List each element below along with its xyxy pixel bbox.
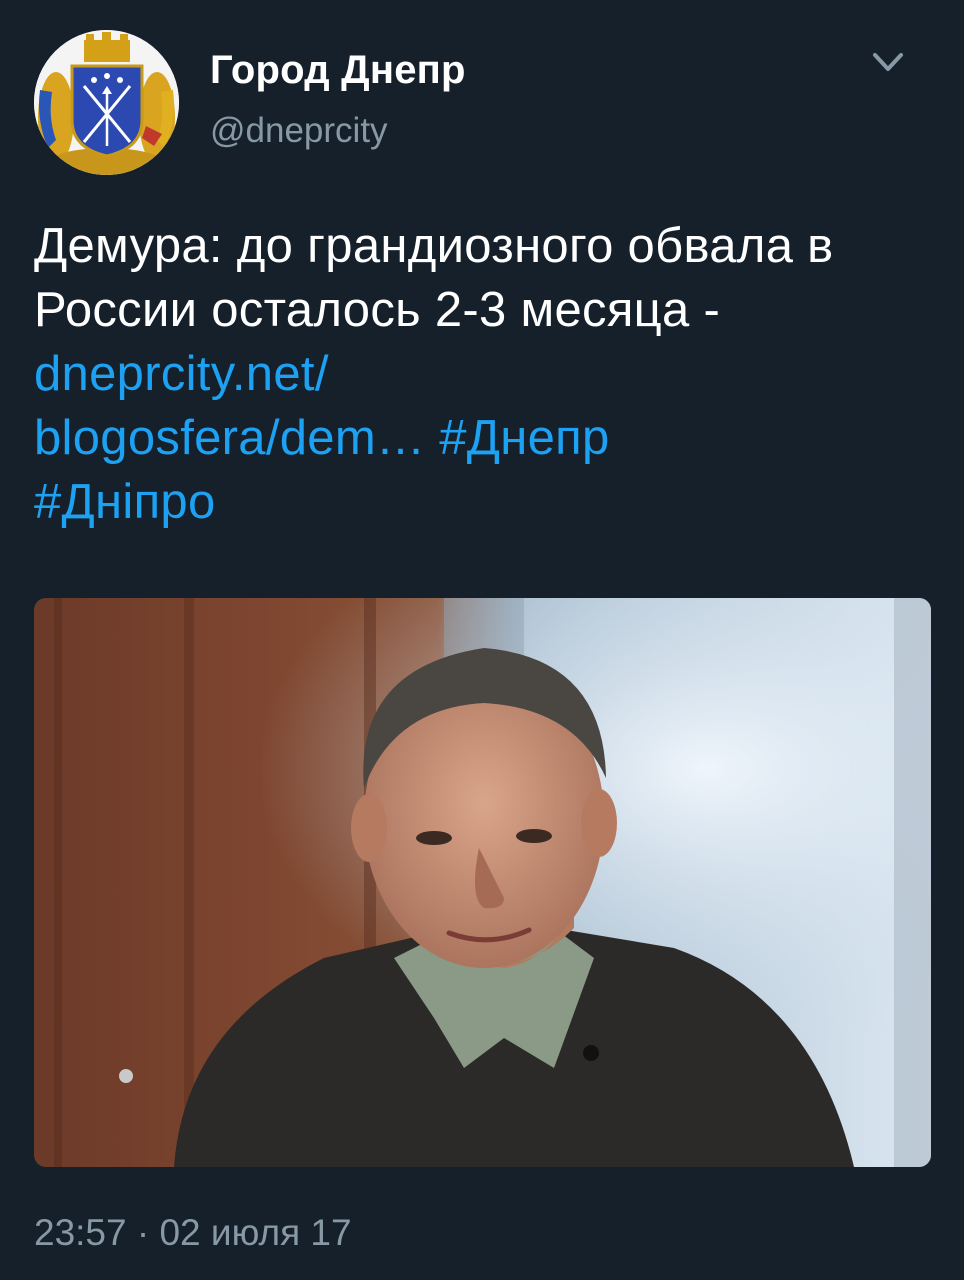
hashtag-dnepr[interactable]: #Днепр <box>439 411 609 465</box>
photo-of-man <box>34 598 931 1167</box>
avatar[interactable] <box>34 30 179 175</box>
city-coat-of-arms-icon <box>34 30 179 175</box>
tweet-menu-button[interactable] <box>866 45 910 81</box>
tweet-media-photo[interactable] <box>34 598 931 1167</box>
tweet-timestamp: 23:57 · 02 июля 17 <box>34 1212 352 1253</box>
tweet-text-body: Демура: до грандиозного обвала в России … <box>34 219 834 337</box>
tweet-text: Демура: до грандиозного обвала в России … <box>34 214 934 534</box>
author-handle[interactable]: @dneprcity <box>210 111 388 151</box>
tweet-link-part1[interactable]: dneprcity.net/ <box>34 347 329 401</box>
chevron-down-icon <box>873 53 903 71</box>
tweet-link[interactable]: dneprcity.net/blogosfera/dem… <box>34 347 425 465</box>
author-display-name[interactable]: Город Днепр <box>210 48 466 93</box>
tweet-link-part2[interactable]: blogosfera/dem… <box>34 411 425 465</box>
hashtag-dnipro[interactable]: #Дніпро <box>34 475 216 529</box>
